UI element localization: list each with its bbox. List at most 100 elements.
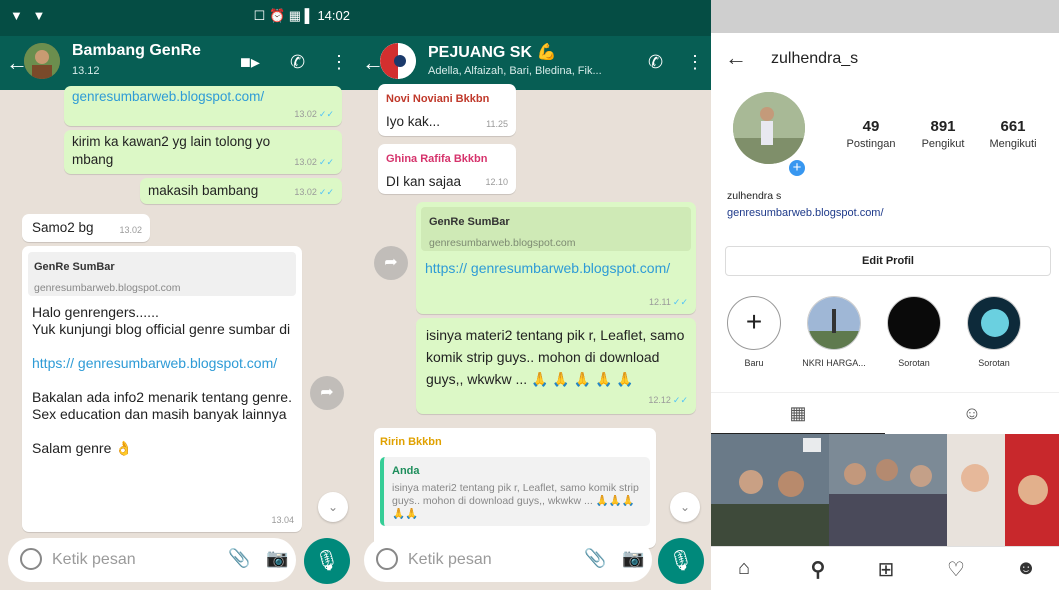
- message-bubble[interactable]: isinya materi2 tentang pik r, Leaflet, s…: [416, 318, 696, 414]
- profile-website[interactable]: genresumbarweb.blogspot.com/: [727, 207, 884, 219]
- stat-following[interactable]: 661 Mengikuti: [973, 118, 1053, 150]
- message-text: Samo2 bg: [32, 220, 94, 235]
- whatsapp-group-chat: ← PEJUANG SK 💪 Adella, Alfaizah, Bari, B…: [356, 0, 711, 590]
- highlight-item[interactable]: Sorotan: [959, 296, 1029, 368]
- stat-posts[interactable]: 49 Postingan: [831, 118, 911, 150]
- scroll-down-icon[interactable]: ⌄: [318, 492, 348, 522]
- more-options-icon[interactable]: ⋮: [686, 52, 704, 73]
- message-text[interactable]: genresumbarweb.blogspot.com/: [72, 89, 264, 104]
- instagram-profile: ← zulhendra_s + 49 Postingan 891 Pengiku…: [711, 0, 1059, 590]
- message-input[interactable]: Ketik pesan 📎 📷: [8, 538, 296, 582]
- message-bubble[interactable]: makasih bambang 13.02 ✓✓: [140, 178, 342, 204]
- message-link[interactable]: https:// genresumbarweb.blogspot.com/: [421, 251, 691, 277]
- sender-name[interactable]: Ghina Rafifa Bkkbn: [386, 150, 508, 168]
- group-avatar[interactable]: [380, 43, 416, 79]
- camera-icon[interactable]: 📷: [622, 548, 644, 569]
- new-post-icon[interactable]: ⊞: [871, 557, 901, 582]
- quote-author: Anda: [392, 465, 420, 477]
- add-story-icon[interactable]: +: [787, 158, 807, 178]
- sender-name[interactable]: Ririn Bkkbn: [380, 433, 650, 451]
- status-bar: [711, 0, 1059, 33]
- message-paragraph: Salam genre 👌: [32, 440, 133, 456]
- forward-icon[interactable]: ➦: [374, 246, 408, 280]
- highlight-label: NKRI HARGA...: [802, 358, 866, 368]
- message-text: kirim ka kawan2 yg lain tolong yo mbang: [72, 134, 271, 167]
- mic-icon[interactable]: 🎙: [304, 538, 350, 584]
- read-ticks-icon: ✓✓: [318, 157, 334, 167]
- contact-name[interactable]: Bambang GenRe: [72, 42, 201, 60]
- screenshot-collage: ▼ ▼ ☐ ⏰ ▦ ▌ 14:02 ← Bambang GenRe 13.12 …: [0, 0, 1059, 590]
- group-name[interactable]: PEJUANG SK 💪: [428, 42, 556, 62]
- post-thumbnail[interactable]: [711, 434, 829, 546]
- input-placeholder[interactable]: Ketik pesan: [408, 551, 492, 569]
- stat-value: 49: [862, 118, 880, 135]
- activity-heart-icon[interactable]: ♡: [941, 557, 971, 582]
- message-bubble[interactable]: kirim ka kawan2 yg lain tolong yo mbang …: [64, 130, 342, 174]
- message-time: 11.25: [486, 119, 508, 129]
- chat-header: ← PEJUANG SK 💪 Adella, Alfaizah, Bari, B…: [356, 36, 711, 90]
- message-time: 13.04: [271, 515, 294, 525]
- attach-icon[interactable]: 📎: [228, 548, 250, 569]
- profile-avatar[interactable]: [733, 92, 805, 164]
- highlight-thumbnail: [967, 296, 1021, 350]
- read-ticks-icon: ✓✓: [672, 297, 688, 307]
- message-time: 13.02: [294, 157, 317, 167]
- emoji-icon[interactable]: [20, 548, 42, 570]
- link-message-bubble[interactable]: GenRe SumBar genresumbarweb.blogspot.com…: [22, 246, 302, 532]
- post-thumbnail[interactable]: [829, 434, 947, 546]
- contact-avatar[interactable]: [24, 43, 60, 79]
- emoji-icon[interactable]: [376, 548, 398, 570]
- post-thumbnail[interactable]: [947, 434, 1005, 546]
- forward-icon[interactable]: ➦: [310, 376, 344, 410]
- preview-title: GenRe SumBar: [34, 261, 115, 273]
- quoted-message[interactable]: Anda isinya materi2 tentang pik r, Leafl…: [380, 457, 650, 526]
- mic-icon[interactable]: 🎙: [658, 538, 704, 584]
- input-placeholder[interactable]: Ketik pesan: [52, 551, 136, 569]
- link-preview[interactable]: GenRe SumBar genresumbarweb.blogspot.com: [28, 252, 296, 296]
- stat-value: 661: [1000, 118, 1026, 135]
- whatsapp-chat-bambang: ▼ ▼ ☐ ⏰ ▦ ▌ 14:02 ← Bambang GenRe 13.12 …: [0, 0, 356, 590]
- sender-name[interactable]: Novi Noviani Bkkbn: [386, 90, 508, 108]
- more-options-icon[interactable]: ⋮: [330, 52, 348, 73]
- video-call-icon[interactable]: ■▸: [240, 52, 260, 73]
- highlight-new[interactable]: + Baru: [719, 296, 789, 368]
- post-grid: [711, 434, 1059, 546]
- stat-label: Mengikuti: [989, 138, 1037, 150]
- message-text: isinya materi2 tentang pik r, Leaflet, s…: [426, 327, 685, 387]
- highlight-item[interactable]: Sorotan: [879, 296, 949, 368]
- stat-followers[interactable]: 891 Pengikut: [903, 118, 983, 150]
- link-preview[interactable]: GenRe SumBar genresumbarweb.blogspot.com: [421, 207, 691, 251]
- edit-profile-button[interactable]: Edit Profil: [725, 246, 1051, 276]
- camera-icon[interactable]: 📷: [266, 548, 288, 569]
- highlight-label: Sorotan: [898, 358, 930, 368]
- highlight-label: Baru: [744, 358, 764, 368]
- message-bubble[interactable]: Samo2 bg 13.02: [22, 214, 150, 242]
- preview-title: GenRe SumBar: [429, 216, 510, 228]
- back-arrow-icon[interactable]: ←: [725, 45, 747, 71]
- profile-username: zulhendra_s: [771, 50, 859, 67]
- highlight-thumbnail: [807, 296, 861, 350]
- preview-domain: genresumbarweb.blogspot.com: [34, 282, 181, 294]
- highlight-item[interactable]: NKRI HARGA...: [799, 296, 869, 368]
- post-thumbnail[interactable]: [1005, 434, 1059, 546]
- scroll-down-icon[interactable]: ⌄: [670, 492, 700, 522]
- message-bubble[interactable]: genresumbarweb.blogspot.com/ 13.02 ✓✓: [64, 86, 342, 126]
- tagged-view-icon[interactable]: ☺: [885, 393, 1059, 435]
- attach-icon[interactable]: 📎: [584, 548, 606, 569]
- message-link[interactable]: https:// genresumbarweb.blogspot.com/: [32, 355, 292, 372]
- message-bubble[interactable]: Novi Noviani Bkkbn Iyo kak... 11.25: [378, 84, 516, 136]
- message-paragraph: Halo genrengers......: [32, 304, 159, 320]
- grid-view-icon[interactable]: ▦: [711, 393, 885, 435]
- add-call-icon[interactable]: ✆: [648, 52, 663, 73]
- link-message-bubble[interactable]: GenRe SumBar genresumbarweb.blogspot.com…: [416, 202, 696, 314]
- search-icon[interactable]: ⚲: [803, 557, 833, 582]
- voice-call-icon[interactable]: ✆: [290, 52, 305, 73]
- read-ticks-icon: ✓✓: [318, 187, 334, 197]
- message-input[interactable]: Ketik pesan 📎 📷: [364, 538, 652, 582]
- home-icon[interactable]: ⌂: [729, 557, 759, 580]
- message-bubble[interactable]: Ghina Rafifa Bkkbn DI kan sajaa 12.10: [378, 144, 516, 194]
- message-paragraph: Yuk kunjungi blog official genre sumbar …: [32, 321, 291, 337]
- reply-message-bubble[interactable]: Ririn Bkkbn Anda isinya materi2 tentang …: [374, 428, 656, 548]
- profile-icon[interactable]: ☻: [1011, 557, 1041, 580]
- message-time: 13.02: [119, 225, 142, 235]
